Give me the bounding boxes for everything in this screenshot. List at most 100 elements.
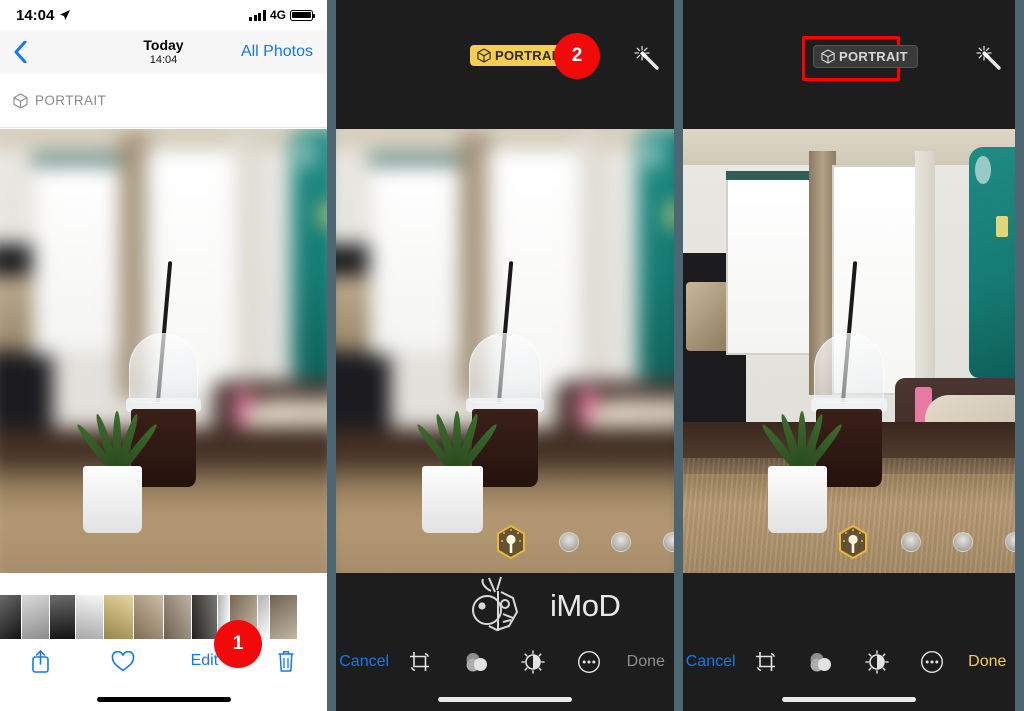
status-time: 14:04 — [16, 6, 55, 24]
filters-button[interactable] — [449, 652, 505, 672]
thumbnail-image — [164, 595, 191, 639]
done-button[interactable]: Done — [960, 653, 1015, 671]
viewer-toolbar: Edit — [0, 639, 327, 683]
chevron-left-icon[interactable] — [14, 41, 27, 63]
filmstrip-thumbnail[interactable] — [164, 595, 192, 639]
more-ellipsis-icon — [578, 650, 601, 674]
status-bar-left: 14:04 — [16, 7, 71, 24]
thumbnail-image — [76, 595, 103, 639]
thumbnail-image — [0, 595, 21, 639]
photo-editor-portrait-on-panel: PORTRAIT 2 iMoD Cancel Done — [336, 0, 674, 711]
portrait-toggle-label: PORTRAIT — [839, 49, 908, 64]
all-photos-button[interactable]: All Photos — [241, 43, 313, 61]
location-arrow-icon — [60, 10, 71, 20]
status-bar-right: 4G — [249, 8, 316, 22]
lighting-option-3[interactable] — [953, 532, 973, 552]
step-badge-2-number: 2 — [571, 45, 583, 66]
thumbnail-image — [22, 595, 49, 639]
thumbnail-image — [192, 595, 217, 639]
natural-light-cube-icon[interactable] — [495, 524, 527, 560]
filmstrip-thumbnail[interactable] — [76, 595, 104, 639]
portrait-indicator-row: PORTRAIT — [0, 74, 327, 128]
crop-rotate-button[interactable] — [738, 651, 793, 673]
crop-rotate-icon — [755, 652, 776, 672]
adjust-icon — [864, 650, 889, 674]
photo-viewer-panel: 14:04 4G Today 14:04 All Photos PORTRAIT — [0, 0, 327, 711]
lighting-option-2[interactable] — [901, 532, 921, 552]
cancel-button[interactable]: Cancel — [683, 653, 738, 671]
lighting-option-4[interactable] — [1005, 532, 1015, 552]
filters-button[interactable] — [794, 652, 849, 672]
photo-preview-blurred[interactable] — [336, 129, 674, 573]
potted-plant — [756, 400, 845, 534]
favorite-button[interactable] — [82, 650, 164, 672]
filmstrip-thumbnail[interactable] — [134, 595, 164, 639]
adjust-icon — [521, 650, 545, 674]
share-icon — [32, 650, 50, 673]
filmstrip-thumbnail[interactable] — [258, 595, 270, 639]
home-indicator — [438, 697, 572, 702]
cube-icon — [477, 48, 491, 63]
more-ellipsis-icon — [920, 650, 943, 674]
step-badge-1-number: 1 — [232, 633, 244, 654]
photo-preview-sharp[interactable] — [683, 129, 1015, 573]
filmstrip-thumbnail[interactable] — [0, 595, 22, 639]
thumbnail-image — [258, 595, 269, 639]
crop-rotate-button[interactable] — [392, 651, 448, 673]
more-button[interactable] — [904, 650, 959, 674]
lighting-effect-selector[interactable] — [495, 522, 674, 562]
filmstrip-thumbnail[interactable] — [270, 595, 298, 639]
photo-preview-blurred[interactable] — [0, 129, 327, 573]
navigation-bar: Today 14:04 All Photos — [0, 30, 327, 74]
magic-wand-icon[interactable] — [975, 44, 1003, 72]
signal-bars-icon — [249, 9, 266, 21]
network-label: 4G — [269, 8, 286, 22]
share-button[interactable] — [0, 649, 82, 673]
home-indicator — [782, 697, 916, 702]
lighting-option-4[interactable] — [663, 532, 674, 552]
heart-icon — [111, 650, 134, 671]
photo-editor-portrait-off-panel: PORTRAIT Cancel Done — [683, 0, 1015, 711]
home-indicator — [96, 697, 231, 702]
imod-logo-icon — [472, 576, 519, 632]
more-button[interactable] — [561, 650, 617, 674]
trash-icon — [278, 650, 294, 672]
portrait-indicator-label: PORTRAIT — [35, 93, 107, 108]
thumbnail-image — [104, 595, 133, 639]
magic-wand-icon[interactable] — [633, 44, 661, 72]
potted-plant — [72, 400, 160, 534]
imod-watermark-text: iMoD — [550, 588, 621, 623]
step-badge-1: 1 — [214, 620, 262, 668]
cube-icon — [821, 49, 835, 64]
adjust-button[interactable] — [505, 650, 561, 674]
done-button[interactable]: Done — [618, 653, 674, 671]
cube-icon — [13, 92, 28, 109]
edit-button-label: Edit — [190, 652, 219, 669]
battery-icon — [290, 9, 316, 21]
step-badge-2: 2 — [554, 33, 600, 79]
lighting-option-3[interactable] — [611, 532, 631, 552]
filmstrip-thumbnail[interactable] — [50, 595, 76, 639]
lighting-effect-selector[interactable] — [837, 522, 1015, 562]
portrait-toggle-button[interactable]: PORTRAIT — [813, 45, 918, 68]
cancel-button[interactable]: Cancel — [336, 653, 392, 671]
status-bar: 14:04 4G — [0, 0, 327, 30]
filters-icon — [810, 653, 832, 672]
filmstrip-thumbnail[interactable] — [104, 595, 134, 639]
thumbnail-image — [270, 595, 297, 639]
filmstrip-thumbnail[interactable] — [22, 595, 50, 639]
thumbnail-image — [134, 595, 163, 639]
potted-plant — [410, 400, 500, 534]
thumbnail-filmstrip[interactable] — [0, 595, 327, 639]
adjust-button[interactable] — [849, 650, 904, 674]
filters-icon — [466, 653, 487, 672]
natural-light-cube-icon[interactable] — [837, 524, 869, 560]
imod-watermark: iMoD — [467, 576, 621, 636]
editor-toolbar: Cancel Done — [683, 639, 1015, 685]
panel-separator — [674, 0, 683, 711]
filmstrip-thumbnail[interactable] — [192, 595, 218, 639]
editor-toolbar: Cancel Done — [336, 639, 674, 685]
panel-separator — [327, 0, 336, 711]
crop-rotate-icon — [410, 652, 430, 672]
lighting-option-2[interactable] — [559, 532, 579, 552]
